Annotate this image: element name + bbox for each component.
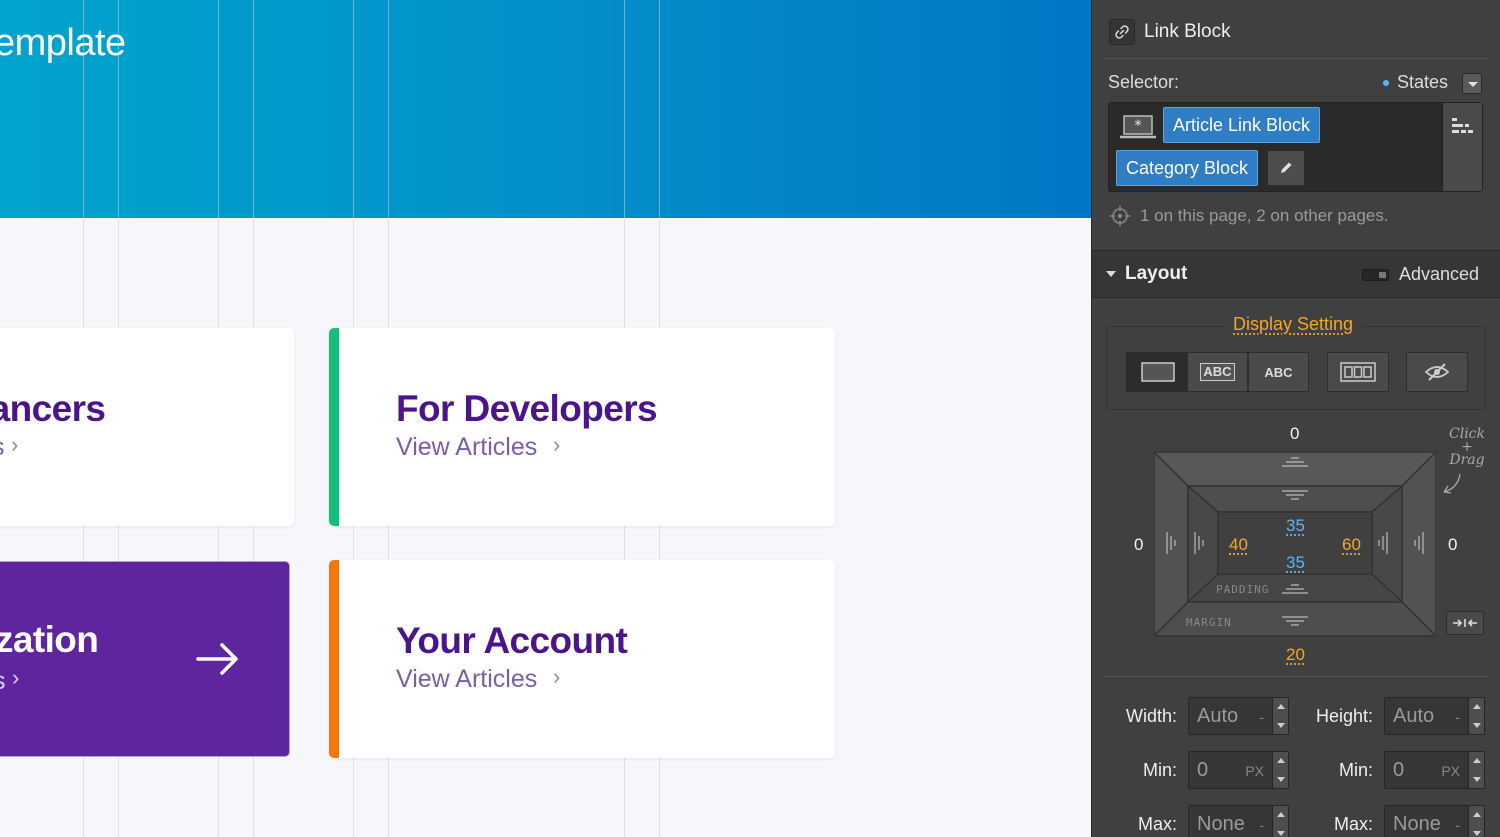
display-block-button[interactable] [1126,352,1189,392]
collapse-triangle-icon[interactable] [1106,271,1116,277]
max-height-input[interactable]: None - [1384,805,1485,837]
layout-section-title[interactable]: Layout [1125,263,1187,285]
chevron-right-icon: › [12,665,20,690]
max-width-stepper[interactable] [1272,806,1288,837]
margin-top-value[interactable]: 0 [1290,424,1299,444]
selector-label: Selector: [1108,72,1180,92]
category-card-organization-selected[interactable]: zation s › [0,561,290,757]
card-accent-bar [329,328,339,526]
shrink-arrows-icon [1453,619,1477,627]
margin-bottom-handle[interactable] [1154,601,1436,637]
edit-pencil-icon[interactable] [1267,150,1305,186]
card-title: lancers [0,388,106,429]
selector-section: Link Block Selector: States * Article Li… [1092,0,1500,248]
min-height-stepper[interactable] [1468,752,1484,788]
padding-top-value[interactable]: 35 [1286,516,1305,536]
class-tag-category-block[interactable]: Category Block [1116,150,1259,186]
category-card-freelancers[interactable]: lancers s › [0,328,294,526]
display-inline-block-icon: ABC [1200,363,1235,381]
display-block-icon [1140,362,1175,382]
card-accent-bar [329,560,339,758]
min-height-input[interactable]: 0 PX [1384,751,1485,789]
margin-left-value[interactable]: 0 [1134,535,1143,555]
layout-section-header[interactable]: Layout Advanced [1092,250,1500,298]
designer-canvas[interactable]: emplate lancers s › For Developers View … [0,0,1091,837]
padding-bottom-handle[interactable] [1186,573,1404,603]
chevron-right-icon: › [553,432,561,457]
selector-list-icon [1452,118,1473,133]
width-input[interactable]: Auto - [1188,697,1289,735]
target-icon [1110,206,1130,226]
all-devices-icon[interactable]: * [1119,112,1157,142]
min-width-stepper[interactable] [1272,752,1288,788]
box-model-editor[interactable] [1154,448,1436,638]
states-indicator-dot [1383,80,1389,86]
max-width-input[interactable]: None - [1188,805,1289,837]
selector-menu-button[interactable] [1442,103,1482,191]
margin-top-handle[interactable] [1154,451,1436,487]
advanced-label[interactable]: Advanced [1399,264,1479,285]
card-link[interactable]: View Articles [396,665,537,694]
states-label[interactable]: States [1397,72,1448,93]
display-setting-label[interactable]: Display Setting [1225,314,1362,335]
card-title: zation [0,619,99,660]
chevron-right-icon: › [553,664,561,689]
max-height-label: Max: [1333,814,1373,834]
height-input[interactable]: Auto - [1384,697,1485,735]
selector-field[interactable]: * Article Link Block Category Block [1108,102,1483,192]
max-width-label: Max: [1137,814,1177,834]
curved-arrow-icon [1443,473,1461,494]
padding-right-value[interactable]: 60 [1342,535,1361,555]
margin-bottom-value[interactable]: 20 [1286,645,1305,665]
display-flex-button[interactable] [1327,352,1389,392]
width-stepper[interactable] [1272,698,1288,734]
class-tag-article-link-block[interactable]: Article Link Block [1163,107,1321,143]
height-label: Height: [1315,706,1373,726]
padding-bottom-value[interactable]: 35 [1286,553,1305,573]
svg-text:*: * [1135,118,1142,134]
eye-hidden-icon [1424,363,1450,381]
height-stepper[interactable] [1468,698,1484,734]
max-height-stepper[interactable] [1468,806,1484,837]
states-dropdown-button[interactable] [1462,73,1482,94]
advanced-toggle[interactable] [1362,269,1389,281]
card-link[interactable]: View Articles [396,433,537,462]
selector-usage-count: 1 on this page, 2 on other pages. [1140,206,1389,225]
card-link[interactable]: s [0,433,5,462]
padding-left-value[interactable]: 40 [1229,535,1248,555]
display-inline-button[interactable]: ABC [1248,352,1309,392]
min-width-label: Min: [1142,760,1177,780]
card-title: For Developers [396,388,658,429]
link-icon [1109,19,1135,45]
display-flex-icon [1340,362,1376,382]
width-label: Width: [1125,706,1177,726]
chevron-right-icon: › [11,432,19,457]
click-drag-hint: Click + Drag [1449,426,1485,468]
card-link[interactable]: s [0,667,6,696]
category-card-your-account[interactable]: Your Account View Articles › [329,560,835,758]
hero-title[interactable]: emplate [0,22,126,65]
style-panel: Link Block Selector: States * Article Li… [1091,0,1500,837]
arrow-right-icon [196,643,238,675]
margin-right-value[interactable]: 0 [1448,535,1457,555]
min-width-input[interactable]: 0 PX [1188,751,1289,789]
min-height-label: Min: [1338,760,1373,780]
divider [1104,676,1489,677]
display-inline-icon: ABC [1264,364,1293,380]
collapse-margins-button[interactable] [1446,611,1484,635]
category-card-developers[interactable]: For Developers View Articles › [329,328,835,526]
divider [1104,58,1489,59]
display-inline-block-button[interactable]: ABC [1187,352,1248,392]
hero-section[interactable]: emplate [0,0,1091,218]
display-none-button[interactable] [1406,352,1468,392]
element-type-label: Link Block [1144,21,1231,42]
card-title: Your Account [396,620,628,661]
